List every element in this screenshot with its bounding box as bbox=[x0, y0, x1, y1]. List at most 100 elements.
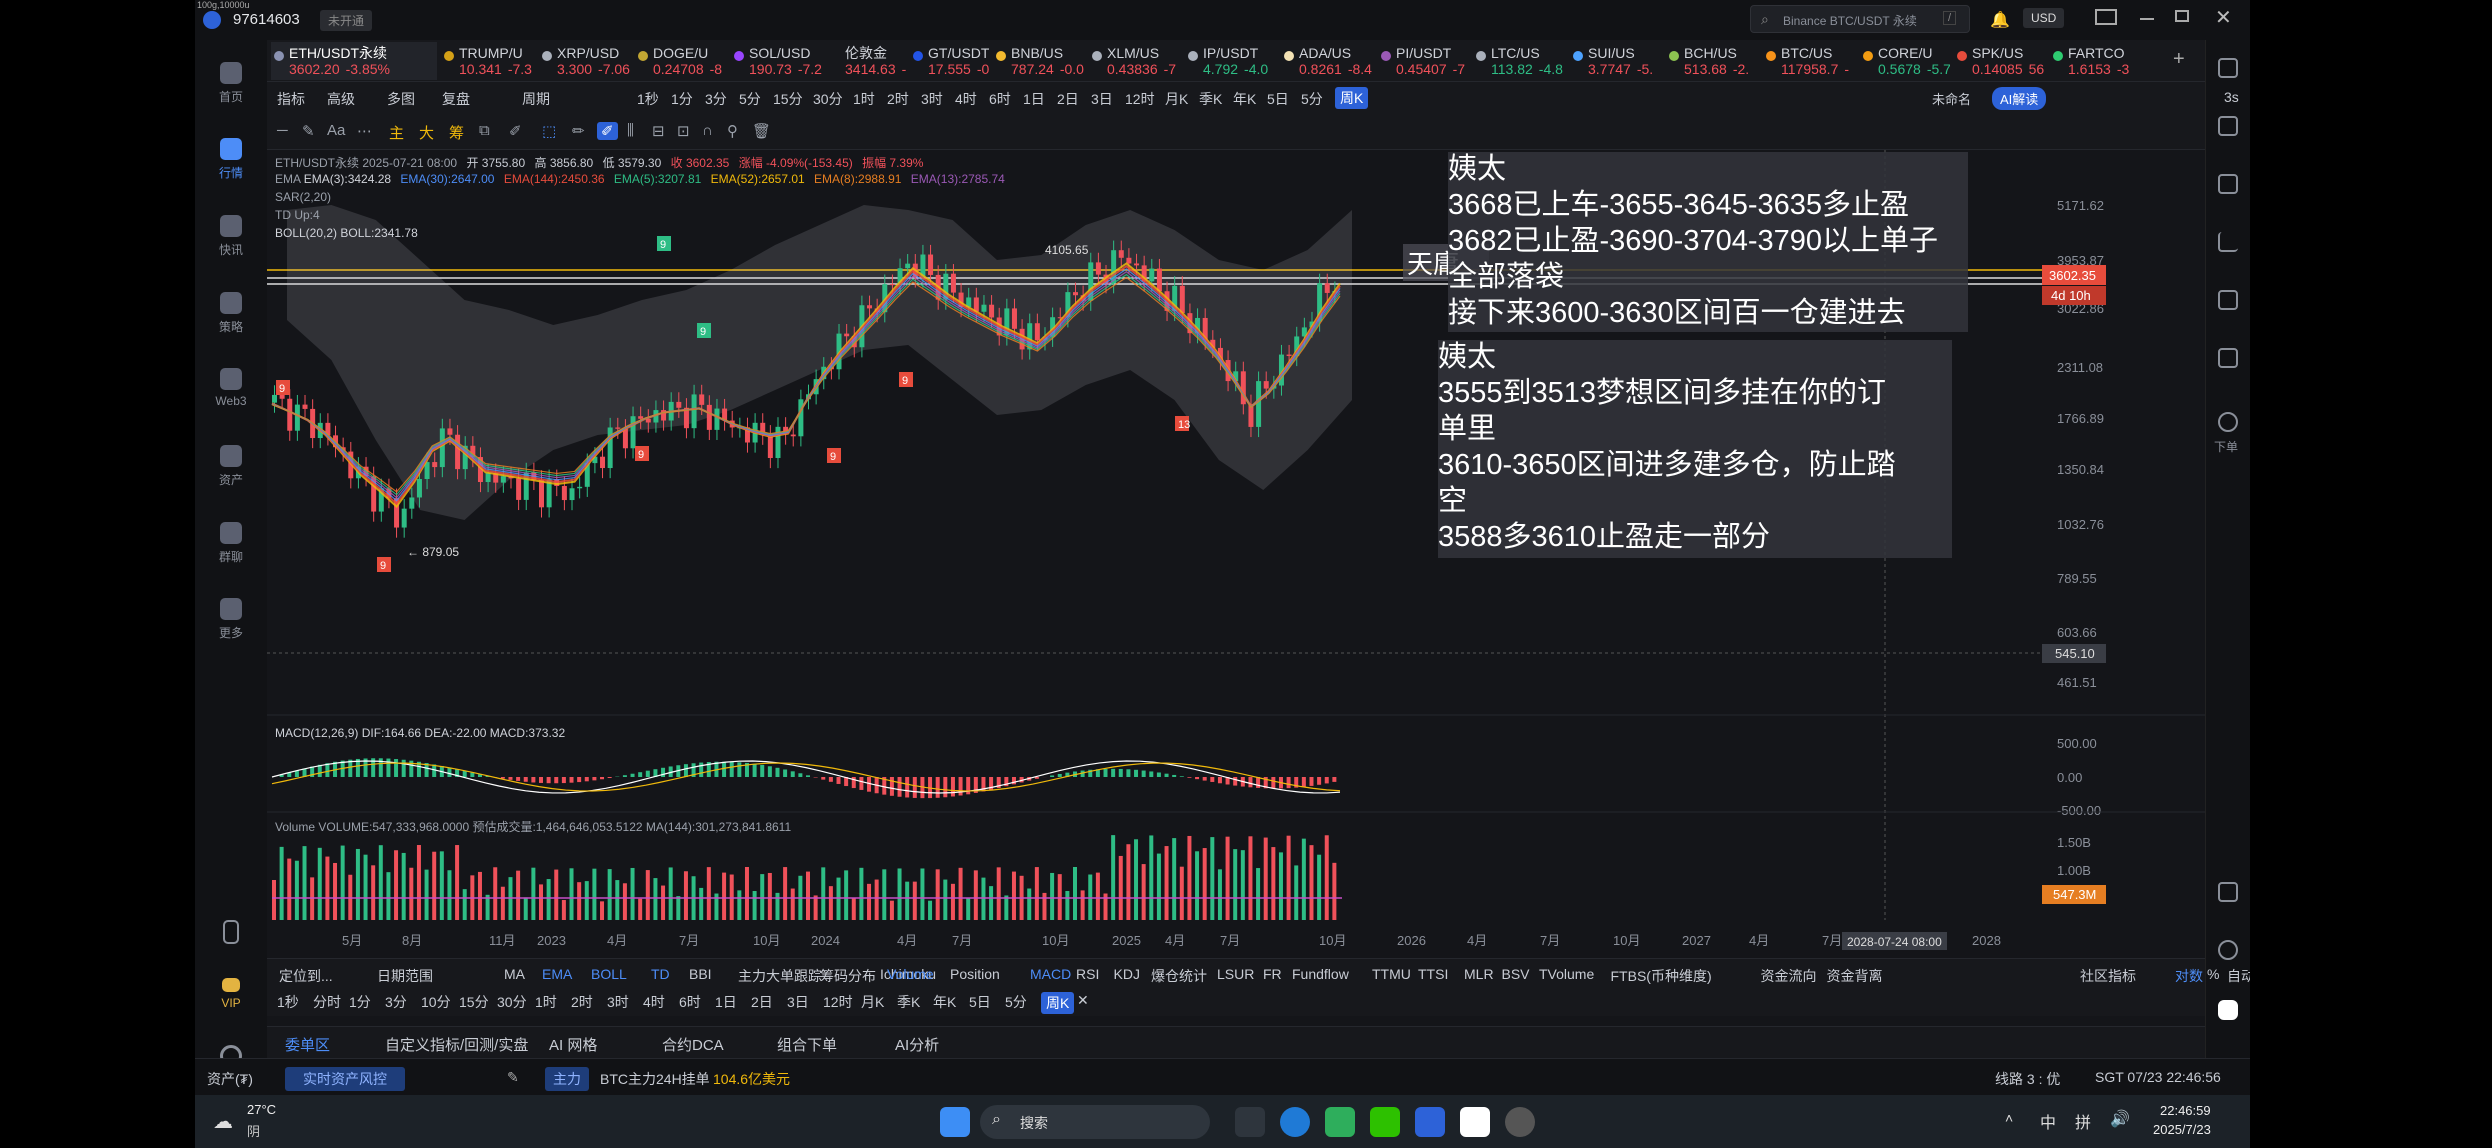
data-icon[interactable] bbox=[2218, 290, 2238, 310]
edit-icon[interactable]: ✐ bbox=[509, 122, 522, 140]
timeframe-option[interactable]: 2日 bbox=[751, 992, 773, 1012]
timeframe-option[interactable]: 季K bbox=[897, 992, 920, 1012]
pencil-icon[interactable]: ✏ bbox=[572, 122, 585, 140]
wallet-icon[interactable] bbox=[2218, 348, 2238, 368]
symbol-tab[interactable]: FARTCO 1.6153 -3 bbox=[2050, 42, 2144, 80]
sidebar-item-news[interactable]: 快讯 bbox=[195, 215, 267, 258]
symbol-tab[interactable]: SOL/USD 190.73 -7.2 bbox=[731, 42, 823, 80]
sub-indicator-option[interactable]: TVolume bbox=[1539, 966, 1594, 982]
main-indicator-option[interactable]: BOLL bbox=[591, 966, 627, 982]
main-indicator-option[interactable]: 主力大单跟踪 bbox=[738, 966, 822, 986]
sub-indicator-option[interactable]: LSUR bbox=[1217, 966, 1254, 982]
sub-indicator-option[interactable]: TTSI bbox=[1418, 966, 1448, 982]
order-icon[interactable] bbox=[2218, 412, 2238, 432]
symbol-tab[interactable]: XRP/USD 3.300 -7.06 bbox=[539, 42, 631, 80]
more-tools-icon[interactable]: ⋯ bbox=[357, 122, 372, 140]
timeframe-option[interactable]: 12时 bbox=[823, 992, 853, 1012]
timeframe-option[interactable]: 1分 bbox=[349, 992, 371, 1012]
sidebar-item-chat[interactable]: 群聊 bbox=[195, 522, 267, 565]
maximize-button[interactable] bbox=[2175, 10, 2189, 22]
clock-date[interactable]: 2025/7/23 bbox=[2153, 1122, 2211, 1137]
symbol-tab[interactable]: CORE/U 0.5678 -5.7 bbox=[1860, 42, 1950, 80]
sub-indicator-option[interactable]: MACD bbox=[1030, 966, 1071, 982]
sub-indicator-option[interactable]: TTMU bbox=[1372, 966, 1411, 982]
panel-tab[interactable]: AI分析 bbox=[895, 1034, 939, 1055]
timeframe-option[interactable]: 1分 bbox=[671, 89, 693, 109]
symbol-tab[interactable]: DOGE/U 0.24708 -8 bbox=[635, 42, 727, 80]
draw-mode-icon[interactable]: ✐ bbox=[597, 122, 618, 140]
close-button[interactable]: ✕ bbox=[2215, 5, 2232, 30]
axis-option[interactable]: 自动 bbox=[2227, 966, 2250, 986]
timeframe-option[interactable]: 5分 bbox=[739, 89, 761, 109]
bars-icon[interactable]: ⫼ bbox=[627, 122, 634, 139]
main-indicator-option[interactable]: MA bbox=[504, 966, 525, 982]
cursor-icon[interactable]: ⬚ bbox=[542, 122, 556, 140]
store-icon[interactable] bbox=[1325, 1107, 1355, 1137]
magnet-icon[interactable]: ∩ bbox=[702, 122, 713, 139]
sub-indicator-option[interactable]: KDJ bbox=[1114, 966, 1140, 982]
timeframe-option[interactable]: 5日 bbox=[969, 992, 991, 1012]
sub-indicator-option[interactable]: BSV bbox=[1502, 966, 1530, 982]
symbol-tab[interactable]: TRUMP/U 10.341 -7.3 bbox=[441, 42, 535, 80]
misc-app-icon[interactable] bbox=[1505, 1107, 1535, 1137]
sub-indicator-option[interactable]: 爆仓统计 bbox=[1151, 966, 1207, 986]
bell-icon[interactable]: 🔔 bbox=[1990, 10, 2010, 30]
timeframe-option[interactable]: 6时 bbox=[679, 992, 701, 1012]
symbol-tab[interactable]: SUI/US 3.7747 -5. bbox=[1570, 42, 1662, 80]
refresh-interval[interactable]: 3s bbox=[2224, 89, 2239, 105]
trades-icon[interactable] bbox=[2218, 174, 2238, 194]
timeframe-option[interactable]: 3日 bbox=[787, 992, 809, 1012]
mobile-icon[interactable] bbox=[195, 920, 267, 948]
bot-icon[interactable] bbox=[2218, 1000, 2238, 1020]
symbol-tab[interactable]: 伦敦金3414.63-0.38 bbox=[827, 42, 906, 80]
timeframe-option[interactable]: 2日 bbox=[1057, 89, 1079, 109]
symbol-tab[interactable]: ETH/USDT永续 3602.20 -3.85% bbox=[271, 42, 437, 80]
axis-option[interactable]: 社区指标 bbox=[2080, 966, 2136, 986]
sub-indicator-option[interactable]: RSI bbox=[1076, 966, 1099, 982]
multi-chart-button[interactable]: 多图 bbox=[387, 89, 415, 109]
timeframe-option[interactable]: 3分 bbox=[385, 992, 407, 1012]
close-icon[interactable]: ✕ bbox=[1077, 992, 1089, 1009]
timeframe-option[interactable]: 4时 bbox=[643, 992, 665, 1012]
sub-indicator-option[interactable]: Fundflow bbox=[1292, 966, 1349, 982]
timeframe-option[interactable]: 3分 bbox=[705, 89, 727, 109]
timeframe-option[interactable]: 2时 bbox=[571, 992, 593, 1012]
timeframe-option[interactable]: 10分 bbox=[421, 992, 451, 1012]
symbol-tab[interactable]: PI/USDT 0.45407 -7 bbox=[1378, 42, 1469, 80]
network-line[interactable]: 线路 3 : 优 bbox=[1995, 1069, 2060, 1089]
taskbar-search[interactable]: ⌕ 搜索 bbox=[980, 1105, 1210, 1139]
annotation-box-2[interactable]: 姨太 3555到3513梦想区间多挂在你的订 单里 3610-3650区间进多建… bbox=[1438, 340, 1952, 558]
main-indicator-option[interactable]: EMA bbox=[542, 966, 572, 982]
sidebar-item-vip[interactable]: VIP bbox=[195, 978, 267, 1010]
ime-type[interactable]: 拼 bbox=[2075, 1109, 2091, 1133]
symbol-tab[interactable]: SPK/US 0.14085 56 bbox=[1954, 42, 2046, 80]
main-indicator-option[interactable]: 筹码分布 bbox=[820, 966, 876, 986]
minimize-button[interactable] bbox=[2140, 18, 2154, 20]
sidebar-item-more[interactable]: 更多 bbox=[195, 598, 267, 641]
symbol-tab[interactable]: BTC/US 117958.7- bbox=[1763, 42, 1856, 80]
support-icon[interactable] bbox=[2218, 940, 2238, 960]
axis-option[interactable]: 对数 bbox=[2175, 966, 2203, 986]
timeframe-option[interactable]: 季K bbox=[1199, 89, 1222, 109]
big-order-button[interactable]: 大 bbox=[419, 122, 434, 143]
layout-name[interactable]: 未命名 bbox=[1932, 89, 1971, 108]
sidebar-item-home[interactable]: 首页 bbox=[195, 62, 267, 105]
text-tool-icon[interactable]: Aa bbox=[327, 122, 345, 139]
replay-button[interactable]: 复盘 bbox=[442, 89, 470, 109]
timeframe-option[interactable]: 周K bbox=[1335, 87, 1369, 109]
edit-icon[interactable]: ✎ bbox=[507, 1069, 519, 1086]
frame-icon[interactable]: ⊡ bbox=[677, 122, 690, 140]
ruler-icon[interactable]: ⊟ bbox=[652, 122, 665, 140]
risk-control-button[interactable]: 实时资产风控 bbox=[285, 1067, 405, 1091]
symbol-tab[interactable]: XLM/US 0.43836 -7 bbox=[1089, 42, 1181, 80]
trash-icon[interactable]: 🗑 bbox=[752, 122, 771, 140]
weather-desc[interactable]: 阴 bbox=[247, 1121, 260, 1140]
annotation-box-1[interactable]: 姨太 3668已上车-3655-3645-3635多止盈 3682已止盈-369… bbox=[1448, 152, 1968, 332]
symbol-tab[interactable]: LTC/US 113.82 -4.8 bbox=[1473, 42, 1566, 80]
timeframe-option[interactable]: 30分 bbox=[497, 992, 527, 1012]
sidebar-item-web3[interactable]: Web3 bbox=[195, 368, 267, 408]
timeframe-option[interactable]: 1秒 bbox=[277, 992, 299, 1012]
timeframe-option[interactable]: 1秒 bbox=[637, 89, 659, 109]
panel-icon[interactable] bbox=[2218, 882, 2238, 902]
indicator-button[interactable]: 指标 bbox=[277, 89, 305, 109]
